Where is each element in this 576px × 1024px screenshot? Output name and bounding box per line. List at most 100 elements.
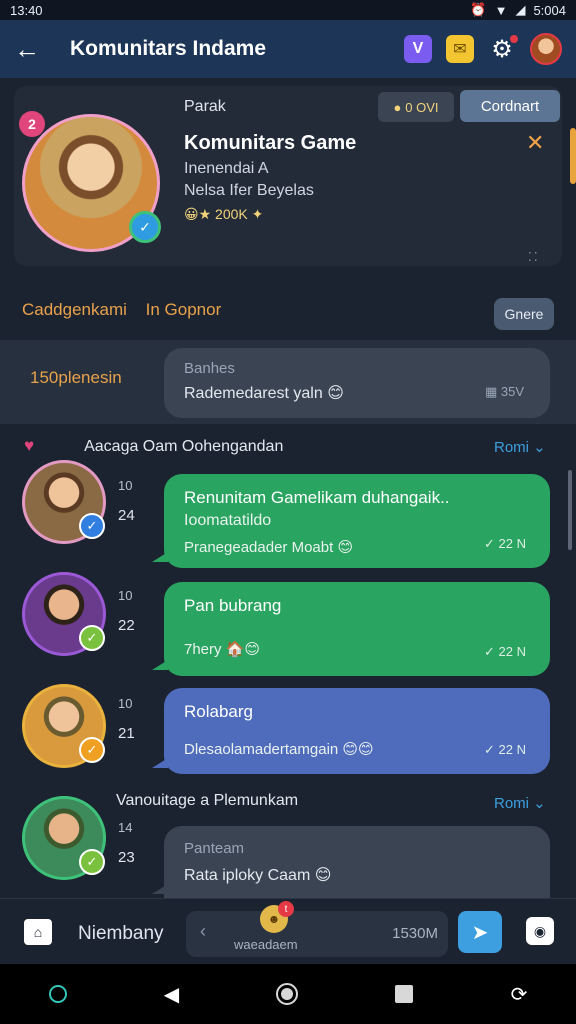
message-text: Rata iploky Caam 😊 <box>184 867 332 884</box>
emoji-icon: 😀★ <box>184 206 216 222</box>
camera-icon[interactable]: ◉ <box>526 917 554 945</box>
alarm-icon: ⏰ <box>470 2 487 17</box>
message-title: Rolabarg <box>184 702 253 721</box>
profile-card: 2 ✓ Parak ● 0 OVI Cordnart Komunitars Ga… <box>14 86 562 266</box>
message-meta: ✓ 22 N <box>484 742 526 757</box>
message-avatar[interactable]: ✓ <box>22 684 106 768</box>
section-title-left: Caddgenkami <box>22 300 127 319</box>
gear-icon[interactable]: ⚙ <box>488 35 518 63</box>
promo-bubble[interactable]: Banhes Rademedarest yaln 😊 ▦ 35V <box>164 348 550 418</box>
message-meta: ✓ 22 N <box>484 644 526 659</box>
nav-rotate-icon[interactable]: ⟳ <box>511 982 528 1007</box>
message-meta: ✓ 22 N <box>484 536 526 551</box>
battery-text: 5:004 <box>533 2 566 18</box>
sparkle-icon: ✦ <box>247 206 264 222</box>
promo-bubble-text: Rademedarest yaln 😊 <box>184 385 344 402</box>
message-avatar[interactable]: ✓ <box>22 572 106 656</box>
signal-icon: ◢ <box>515 2 526 17</box>
message-avatar[interactable]: ✓ <box>22 796 106 880</box>
wifi-icon: ▼ <box>494 2 508 18</box>
notification-dot <box>510 35 518 43</box>
emoji-icon: 😊 <box>337 539 354 556</box>
group-more-link[interactable]: Romi ⌄ <box>494 438 546 456</box>
profile-description: Nelsa Ifer Beyelas <box>184 182 314 199</box>
chart-icon: ▦ <box>484 384 501 399</box>
system-nav-bar: ◀ ⟳ <box>0 964 576 1024</box>
section-title-right: In Gopnor <box>145 300 222 319</box>
message-bubble[interactable]: Panteam Rata iploky Caam 😊 <box>152 826 550 900</box>
status-badge-icon: ✓ <box>79 737 105 763</box>
emoji-icon: 🏠😊 <box>225 641 261 658</box>
promo-row[interactable]: 150plenesin Banhes Rademedarest yaln 😊 ▦… <box>0 340 576 424</box>
verified-icon: ✓ <box>129 211 161 243</box>
status-time: 13:40 <box>10 2 43 18</box>
message-time: 10 22 <box>118 588 135 634</box>
profile-subtitle: Inenendai A <box>184 160 269 177</box>
emoji-icon: 😊😊 <box>342 741 374 758</box>
sticker-badge: t <box>278 901 294 917</box>
profile-avatar[interactable]: 2 ✓ <box>19 111 161 252</box>
message-title: Pan bubrang <box>184 596 282 615</box>
app-bar: ← Komunitars Indame V ✉ ⚙ <box>0 20 576 78</box>
heart-icon: ♥ <box>24 436 35 455</box>
connect-button[interactable]: Cordnart <box>460 90 560 122</box>
profile-name: Komunitars Game <box>184 132 357 154</box>
profile-badge-count: 2 <box>19 111 45 137</box>
nav-home-icon[interactable] <box>276 983 299 1005</box>
message-title: Renunitam Gamelikam duhangaik.. <box>184 488 450 507</box>
nav-recents-icon[interactable] <box>395 985 414 1003</box>
chevron-left-icon[interactable]: ‹ <box>200 921 206 942</box>
avatar[interactable] <box>530 33 562 65</box>
profile-stats: 😀★ 200K ✦ <box>184 206 263 223</box>
section-title: Caddgenkami In Gopnor <box>22 300 221 320</box>
status-icons: ⏰ ▼ ◢ 5:004 <box>470 2 566 18</box>
input-count: 1530M <box>392 925 438 942</box>
nav-back-icon[interactable]: ◀ <box>164 982 179 1007</box>
message-bubble[interactable]: Renunitam Gamelikam duhangaik.. Ioomatat… <box>152 474 550 568</box>
status-badge-icon: ✓ <box>79 513 105 539</box>
app-bar-actions: V ✉ ⚙ <box>404 33 562 65</box>
bottom-bar: ⌂ Niembany ‹ ☻ t waeadaem 1530M ➤ ◉ <box>0 898 576 964</box>
back-arrow-icon[interactable]: ← <box>14 34 52 65</box>
status-badge-icon: ✓ <box>79 849 105 875</box>
sticker-icon[interactable]: ☻ t <box>260 901 294 933</box>
group-title: Aacaga Oam Oohengandan <box>84 438 284 455</box>
emoji-icon: 😊 <box>314 867 332 884</box>
message-time: 14 23 <box>118 820 135 866</box>
group-more-link[interactable]: Romi ⌄ <box>494 794 546 812</box>
promo-bubble-title: Banhes <box>184 360 235 377</box>
message-time: 10 21 <box>118 696 135 742</box>
message-text: 7hery 🏠😊 <box>184 641 261 658</box>
assistant-icon[interactable] <box>48 985 67 1003</box>
scrollbar[interactable] <box>568 470 572 550</box>
stats-value: 200K <box>215 206 248 222</box>
coin-icon: ● <box>393 99 402 115</box>
bottom-label: Niembany <box>78 923 164 944</box>
create-button[interactable]: Gnere <box>494 298 554 330</box>
group-title: Vanouitage a Plemunkam <box>116 792 299 809</box>
message-time: 10 24 <box>118 478 135 524</box>
message-bubble[interactable]: Rolabarg Dlesaolamadertamgain 😊😊 ✓ 22 N <box>152 688 550 774</box>
promo-label: 150plenesin <box>30 368 122 387</box>
message-title: Panteam <box>184 840 245 857</box>
mail-icon[interactable]: ✉ <box>446 35 474 63</box>
message-avatar[interactable]: ✓ <box>22 460 106 544</box>
promo-meta: ▦ 35V <box>484 384 524 399</box>
profile-label: Parak <box>184 98 226 115</box>
message-text: Dlesaolamadertamgain 😊😊 <box>184 741 374 758</box>
status-bar: 13:40 ⏰ ▼ ◢ 5:004 <box>0 0 576 20</box>
more-dots-icon[interactable]: ⁚⁚ <box>528 250 540 264</box>
coin-pill[interactable]: ● 0 OVI <box>378 92 454 122</box>
close-icon[interactable]: ✕ <box>526 130 544 156</box>
home-icon[interactable]: ⌂ <box>24 919 52 945</box>
scroll-accent <box>570 128 576 184</box>
purple-badge-icon[interactable]: V <box>404 35 432 63</box>
message-input[interactable]: ‹ ☻ t waeadaem 1530M <box>186 901 448 957</box>
message-bubble[interactable]: Pan bubrang 7hery 🏠😊 ✓ 22 N <box>152 582 550 676</box>
emoji-icon: 😊 <box>327 385 344 402</box>
page-title: Komunitars Indame <box>70 37 267 60</box>
coin-value: 0 OVI <box>405 99 439 115</box>
send-icon[interactable]: ➤ <box>458 911 502 953</box>
message-line: Ioomatatildo <box>184 512 272 529</box>
status-badge-icon: ✓ <box>79 625 105 651</box>
